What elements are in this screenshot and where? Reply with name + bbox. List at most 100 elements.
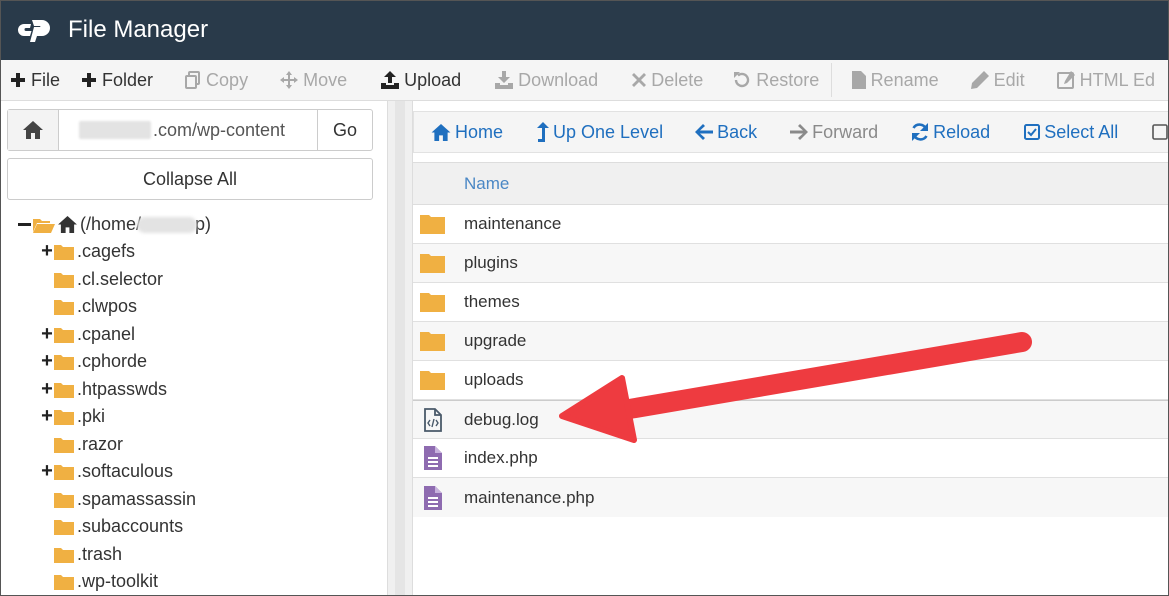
- reload-button[interactable]: Reload: [911, 122, 990, 143]
- redacted-domain: [79, 121, 151, 139]
- restore-button[interactable]: Restore: [733, 70, 819, 91]
- table-row[interactable]: plugins: [413, 244, 1169, 283]
- expand-plus-icon[interactable]: +: [40, 378, 54, 401]
- text-file-icon: [423, 446, 442, 470]
- tree-item-pki[interactable]: + .pki: [40, 403, 105, 430]
- folder-icon: [420, 332, 445, 351]
- table-header: Name: [413, 162, 1169, 205]
- tree-item-cpanel[interactable]: + .cpanel: [40, 321, 135, 348]
- tree-item-trash[interactable]: .trash: [54, 541, 122, 568]
- tree-item-razor[interactable]: .razor: [54, 431, 123, 458]
- home-icon: [23, 121, 43, 139]
- upload-button[interactable]: Upload: [381, 70, 461, 91]
- reload-label: Reload: [933, 121, 991, 142]
- navigation-bar: Home Up One Level Back Forward Reload Se…: [413, 111, 1169, 153]
- upload-icon: [381, 71, 400, 89]
- select-all-label: Select All: [1044, 121, 1119, 142]
- new-file-button[interactable]: File: [10, 70, 60, 91]
- path-bar: .com/wp-content Go: [7, 109, 373, 151]
- tree-item-label: .trash: [77, 544, 123, 564]
- tree-item-cl-selector[interactable]: .cl.selector: [54, 266, 163, 293]
- path-input[interactable]: .com/wp-content: [59, 110, 317, 150]
- folder-icon: [420, 371, 445, 390]
- tree-item-label: .pki: [77, 406, 106, 426]
- home-icon: [431, 123, 451, 141]
- table-row[interactable]: debug.log: [413, 400, 1169, 439]
- tree-item-htpasswds[interactable]: + .htpasswds: [40, 376, 167, 403]
- tree-item-spamassassin[interactable]: .spamassassin: [54, 486, 196, 513]
- delete-button[interactable]: Delete: [632, 70, 703, 91]
- file-name: themes: [464, 292, 520, 311]
- home-label: Home: [455, 121, 504, 142]
- back-button[interactable]: Back: [695, 122, 757, 143]
- edit-label: Edit: [993, 69, 1025, 90]
- expand-plus-icon[interactable]: +: [40, 350, 54, 373]
- folder-icon: [54, 519, 74, 535]
- table-row[interactable]: maintenance: [413, 205, 1169, 244]
- times-icon: [632, 73, 647, 87]
- tree-root-label-suffix: p): [195, 214, 212, 234]
- collapse-all-button[interactable]: Collapse All: [7, 158, 373, 200]
- name-column-header[interactable]: Name: [464, 174, 509, 194]
- table-row[interactable]: index.php: [413, 439, 1169, 478]
- go-button[interactable]: Go: [317, 110, 372, 150]
- folder-icon: [54, 492, 74, 508]
- file-name: debug.log: [464, 409, 539, 429]
- download-icon: [495, 71, 514, 89]
- download-label: Download: [518, 69, 599, 90]
- checkbox-empty-icon: [1152, 124, 1168, 140]
- splitter-grip[interactable]: [395, 101, 405, 596]
- rename-button[interactable]: Rename: [851, 69, 939, 91]
- edit-button[interactable]: Edit: [970, 69, 1025, 91]
- forward-button[interactable]: Forward: [790, 122, 878, 143]
- tree-item-cagefs[interactable]: + .cagefs: [40, 238, 135, 265]
- table-row[interactable]: upgrade: [413, 322, 1169, 361]
- expand-plus-icon[interactable]: +: [40, 460, 54, 483]
- tree-root[interactable]: (/home/ p): [18, 211, 211, 238]
- plus-icon: [11, 73, 25, 87]
- folder-icon: [54, 574, 74, 590]
- tree-item-subaccounts[interactable]: .subaccounts: [54, 513, 183, 540]
- tree-item-clwpos[interactable]: .clwpos: [54, 293, 137, 320]
- tree-item-cphorde[interactable]: + .cphorde: [40, 348, 147, 375]
- move-label: Move: [303, 69, 348, 90]
- new-folder-label: Folder: [102, 69, 154, 90]
- tree-item-label: .cagefs: [77, 241, 136, 261]
- text-file-icon: [423, 485, 442, 510]
- expand-plus-icon[interactable]: +: [40, 323, 54, 346]
- expand-plus-icon[interactable]: +: [40, 405, 54, 428]
- tree-item-wp-toolkit[interactable]: .wp-toolkit: [54, 568, 158, 595]
- table-row[interactable]: maintenance.php: [413, 478, 1169, 517]
- file-name: upgrade: [464, 331, 527, 350]
- table-row[interactable]: uploads: [413, 361, 1169, 400]
- html-editor-button[interactable]: HTML Ed: [1056, 70, 1155, 91]
- path-home-button[interactable]: [8, 110, 59, 150]
- directory-tree-panel: .com/wp-content Go Collapse All (/home/ …: [0, 101, 387, 596]
- back-label: Back: [717, 121, 758, 142]
- tree-item-label: .spamassassin: [77, 489, 197, 509]
- table-row[interactable]: themes: [413, 283, 1169, 322]
- file-name: plugins: [464, 253, 518, 272]
- select-all-button[interactable]: Select All: [1024, 122, 1118, 143]
- collapse-toggle-icon[interactable]: [18, 223, 31, 226]
- download-button[interactable]: Download: [495, 70, 598, 91]
- up-one-level-button[interactable]: Up One Level: [537, 122, 663, 143]
- expand-plus-icon[interactable]: +: [40, 240, 54, 263]
- new-file-label: File: [31, 69, 61, 90]
- code-file-icon: [423, 407, 442, 432]
- folder-icon: [420, 293, 445, 312]
- rename-label: Rename: [870, 69, 939, 90]
- restore-label: Restore: [756, 69, 820, 90]
- tree-item-label: .cphorde: [77, 351, 148, 371]
- unselect-all-button[interactable]: U: [1152, 122, 1168, 143]
- home-button[interactable]: Home: [431, 122, 503, 143]
- move-button[interactable]: Move: [280, 70, 347, 91]
- copy-label: Copy: [206, 69, 249, 90]
- tree-item-softaculous[interactable]: + .softaculous: [40, 458, 173, 485]
- new-folder-button[interactable]: Folder: [81, 70, 153, 91]
- panel-splitter[interactable]: [387, 101, 413, 596]
- folder-icon: [54, 244, 74, 260]
- main-toolbar: File Folder Copy Move Upload Download De…: [0, 60, 1169, 101]
- copy-button[interactable]: Copy: [185, 70, 248, 91]
- plus-icon: [82, 73, 97, 87]
